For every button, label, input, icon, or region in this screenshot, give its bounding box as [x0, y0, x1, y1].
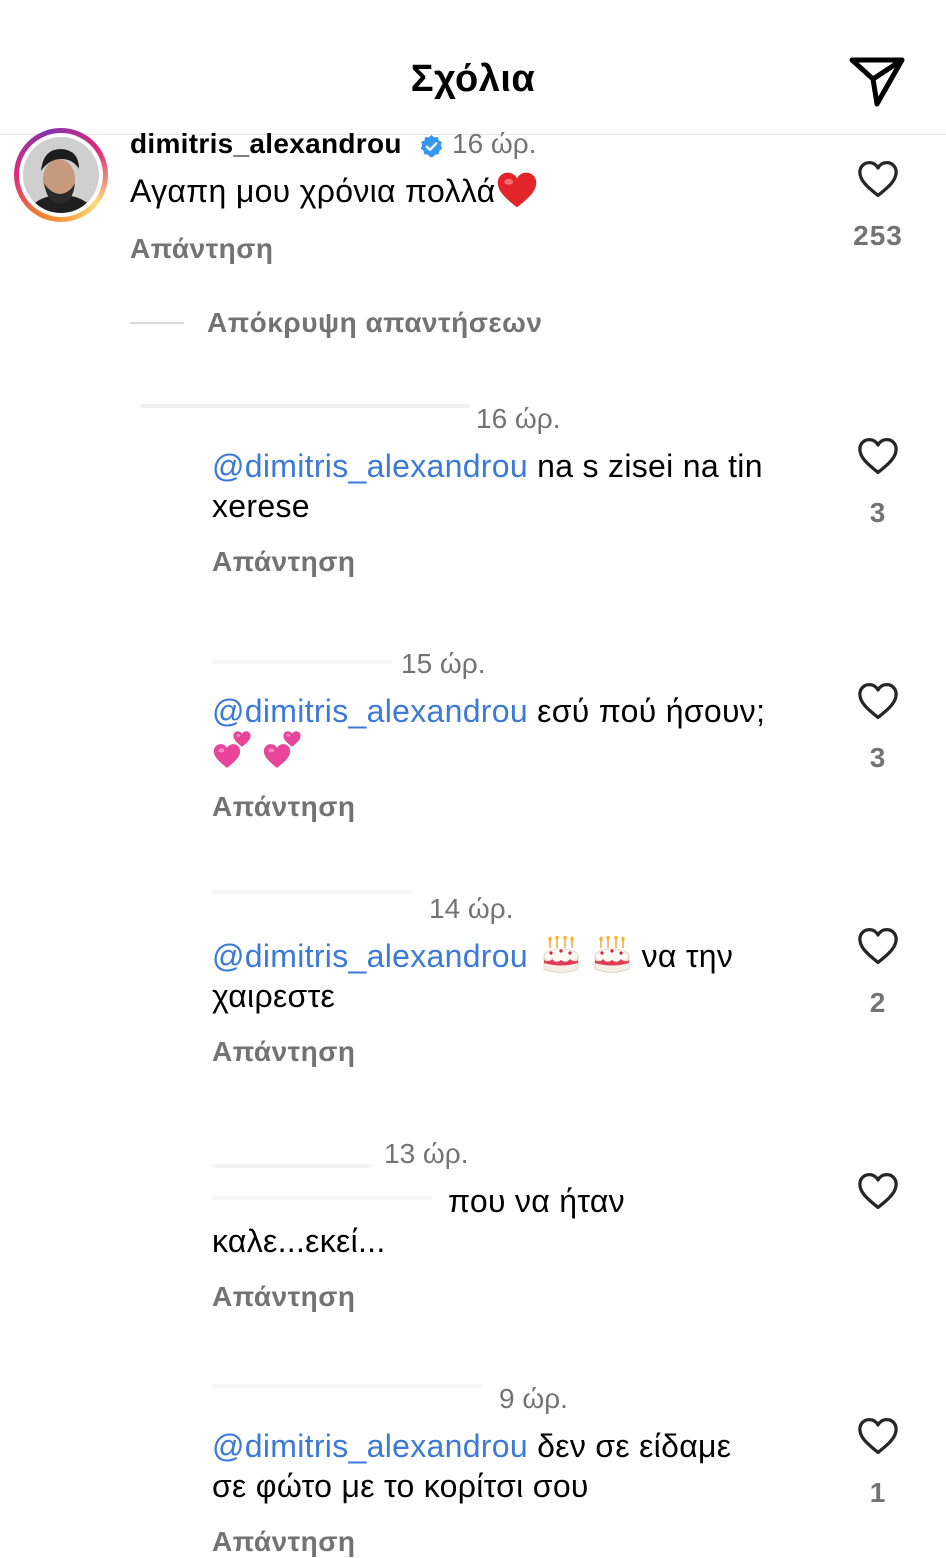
hide-replies-button[interactable]: Απόκρυψη απαντήσεων: [207, 307, 542, 339]
redacted-mention: [212, 1196, 432, 1200]
reply-text: @dimitris_alexandrou να την: [212, 936, 733, 976]
like-count: 2: [869, 987, 887, 1018]
mention-link[interactable]: @dimitris_alexandrou: [212, 448, 528, 484]
heart-outline-icon[interactable]: [857, 682, 899, 720]
redacted-username: [212, 660, 392, 664]
heart-outline-icon[interactable]: [857, 1417, 899, 1455]
comments-header: Σχόλια: [0, 0, 946, 135]
like-count: 3: [869, 742, 887, 773]
reply-timestamp: 15 ώρ.: [401, 648, 486, 679]
redacted-username: [140, 404, 470, 408]
mention-link[interactable]: @dimitris_alexandrou: [212, 693, 528, 729]
redacted-username: [212, 1384, 482, 1388]
reply-button[interactable]: Απάντηση: [212, 546, 356, 578]
divider: [130, 322, 184, 324]
mention-link[interactable]: @dimitris_alexandrou: [212, 1428, 528, 1464]
reply-button[interactable]: Απάντηση: [212, 1526, 356, 1558]
heart-outline-icon[interactable]: [857, 927, 899, 965]
reply-timestamp: 16 ώρ.: [476, 403, 561, 434]
reply-text: @dimitris_alexandrou na s zisei na tin: [212, 448, 763, 484]
mention-link[interactable]: @dimitris_alexandrou: [212, 938, 528, 974]
page-title: Σχόλια: [410, 58, 536, 100]
reply-button[interactable]: Απάντηση: [130, 233, 274, 265]
reply-text-line2: xerese: [212, 488, 310, 524]
reply-text-line2: σε φώτο με το κορίτσι σου: [212, 1468, 589, 1504]
heart-outline-icon[interactable]: [857, 437, 899, 475]
send-paper-plane-icon[interactable]: [848, 54, 906, 108]
reply-text: @dimitris_alexandrou εσύ πού ήσουν;: [212, 693, 766, 729]
reply-text: που να ήταν: [448, 1183, 625, 1219]
redacted-username: [212, 890, 412, 894]
reply-timestamp: 13 ώρ.: [384, 1138, 469, 1169]
heart-outline-icon[interactable]: [857, 160, 899, 198]
reply-text: @dimitris_alexandrou δεν σε είδαμε: [212, 1428, 732, 1464]
like-count: 3: [869, 497, 887, 528]
comment-text: Αγαπη μου χρόνια πολλά: [130, 171, 539, 212]
reply-button[interactable]: Απάντηση: [212, 791, 356, 823]
reply-button[interactable]: Απάντηση: [212, 1281, 356, 1313]
verified-badge-icon: [420, 135, 443, 158]
birthday-cake-emoji: [592, 936, 632, 976]
heart-outline-icon[interactable]: [857, 1172, 899, 1210]
comment-timestamp: 16 ώρ.: [452, 128, 537, 159]
comment-username[interactable]: dimitris_alexandrou: [130, 128, 402, 160]
reply-button[interactable]: Απάντηση: [212, 1036, 356, 1068]
reply-timestamp: 14 ώρ.: [429, 893, 514, 924]
red-heart-emoji: [498, 172, 537, 207]
birthday-cake-emoji: [541, 936, 581, 976]
reply-text-line2: καλε...εκεί...: [212, 1223, 386, 1259]
reply-text-line2: χαιρεστε: [212, 978, 336, 1014]
like-count: 1: [869, 1477, 887, 1508]
avatar[interactable]: [14, 128, 108, 222]
redacted-username: [212, 1164, 372, 1168]
reply-timestamp: 9 ώρ.: [499, 1383, 568, 1414]
comment-body: Αγαπη μου χρόνια πολλά: [130, 173, 496, 209]
like-count: 253: [853, 220, 903, 251]
